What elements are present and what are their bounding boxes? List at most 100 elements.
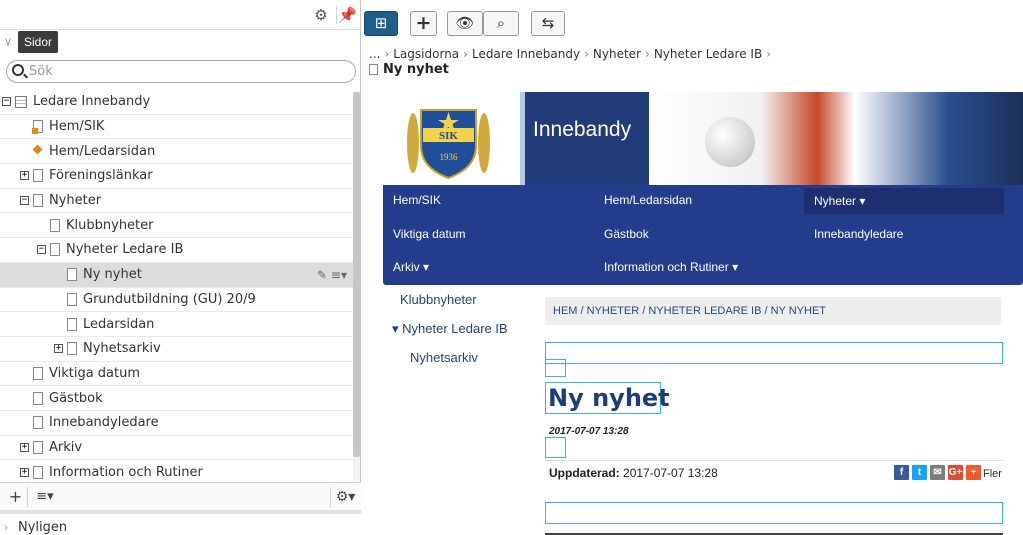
page-icon — [33, 169, 43, 183]
tree-item[interactable]: Klubbnyheter — [0, 213, 353, 239]
nav-item[interactable]: Hem/Ledarsidan — [604, 193, 692, 207]
page-icon — [33, 416, 43, 430]
tree-scrollbar-thumb[interactable] — [353, 92, 360, 457]
nav-item[interactable]: Gästbok — [604, 227, 649, 241]
tree-item-label: Innebandyledare — [49, 415, 159, 431]
facebook-icon[interactable]: f — [894, 464, 909, 480]
search-input[interactable] — [29, 63, 349, 80]
nav-item[interactable]: Viktiga datum — [393, 227, 466, 241]
add-button[interactable]: + — [410, 11, 437, 36]
email-icon[interactable]: ✉ — [930, 464, 945, 480]
chevron-down-icon[interactable]: ∨ — [4, 35, 12, 48]
expand-icon[interactable]: + — [20, 171, 29, 181]
subnav-item[interactable]: ▾ Nyheter Ledare IB — [392, 321, 508, 337]
tree-item[interactable]: + Nyhetsarkiv — [0, 337, 353, 362]
page-title: Ny nyhet — [369, 62, 449, 77]
sidor-tooltip: Sidor — [18, 31, 59, 53]
tree-item-label: Arkiv — [49, 439, 83, 455]
page-icon — [33, 465, 43, 479]
panel-toolbar: ⚙ 📌 — [0, 0, 360, 30]
collapse-icon[interactable]: − — [20, 196, 29, 206]
eye-icon: 👁 — [455, 14, 475, 32]
tree-item[interactable]: + Information och Rutiner — [0, 460, 353, 482]
logo-year: 1936 — [440, 152, 459, 162]
chevron-right-icon: › — [584, 47, 589, 61]
updated-info: Uppdaterad: 2017-07-07 13:28 — [549, 466, 718, 480]
tree-item-label: Nyheter Ledare IB — [66, 242, 184, 258]
tree-item-label: Ny nyhet — [83, 267, 142, 283]
page-tree-panel: ⚙ 📌 ∨ Sidor − Ledare Innebandy Hem/SIK Hem/… — [0, 0, 361, 535]
breadcrumb-item[interactable]: Nyheter — [593, 47, 641, 61]
context-menu-icon[interactable]: ≡▾ — [331, 268, 347, 282]
page-icon — [33, 440, 43, 454]
gear-icon[interactable]: ⚙ — [312, 6, 330, 24]
tree-item[interactable]: Viktiga datum — [0, 362, 353, 387]
breadcrumb-item[interactable]: ... — [369, 47, 380, 61]
tree-item-label: Nyhetsarkiv — [83, 341, 161, 357]
tree-item[interactable]: Grundutbildning (GU) 20/9 — [0, 288, 353, 313]
page-tree: − Ledare Innebandy Hem/SIK Hem/Ledarsidan + F… — [0, 90, 353, 482]
add-page-button[interactable]: + — [4, 487, 28, 507]
search-box[interactable] — [6, 60, 356, 83]
logo-text: SIK — [439, 130, 458, 142]
tree-item[interactable]: Innebandyledare — [0, 411, 353, 436]
preview-button[interactable]: ⌕ — [483, 11, 519, 36]
tree-icon: ⊞ — [374, 14, 388, 32]
list-menu-button[interactable]: ≡▾ — [30, 487, 60, 507]
updated-label: Uppdaterad: — [549, 466, 620, 480]
tree-item[interactable]: − Ledare Innebandy — [0, 90, 353, 115]
tree-item[interactable]: Ledarsidan — [0, 312, 353, 337]
editable-area[interactable] — [545, 342, 1003, 364]
tree-scrollbar[interactable] — [353, 92, 360, 482]
recent-section[interactable]: › Nyligen — [0, 510, 361, 535]
page-icon — [33, 391, 43, 405]
expand-icon[interactable]: + — [20, 442, 29, 452]
panel-bottom-toolbar: + ≡▾ ⚙▾ — [0, 482, 361, 510]
page-heading[interactable]: Ny nyhet — [548, 384, 670, 412]
breadcrumb-item[interactable]: Lagsidorna — [393, 47, 459, 61]
tree-item[interactable]: + Föreningslänkar — [0, 164, 353, 189]
expand-icon[interactable]: + — [20, 467, 29, 477]
post-date: 2017-07-07 13:28 — [549, 426, 629, 437]
edit-pencil-icon[interactable]: ✎ — [317, 268, 327, 282]
pin-icon[interactable]: 📌 — [336, 6, 358, 24]
tree-item[interactable]: Gästbok — [0, 386, 353, 411]
collapse-icon[interactable]: − — [2, 97, 11, 107]
subnav-item[interactable]: Nyhetsarkiv — [410, 350, 478, 365]
preview-icon: ⌕ — [496, 14, 506, 32]
tree-item[interactable]: Hem/SIK — [0, 115, 353, 140]
tree-item[interactable]: Ny nyhet ✎ ≡▾ — [0, 262, 353, 288]
expand-icon[interactable]: + — [54, 344, 63, 354]
breadcrumb-item[interactable]: Ledare Innebandy — [472, 47, 580, 61]
collapse-icon[interactable]: − — [37, 245, 46, 255]
nav-item[interactable]: Innebandyledare — [814, 227, 903, 241]
googleplus-icon[interactable]: G+ — [948, 464, 963, 480]
page-icon — [67, 317, 77, 331]
twitter-icon[interactable]: t — [912, 464, 927, 480]
page-icon — [33, 194, 43, 208]
share-more-link[interactable]: Fler — [983, 468, 1002, 480]
editable-area[interactable] — [545, 437, 566, 458]
nav-item[interactable]: Information och Rutiner ▾ — [604, 260, 738, 274]
tree-item-label: Föreningslänkar — [49, 168, 153, 184]
tree-item[interactable]: Hem/Ledarsidan — [0, 139, 353, 165]
chevron-right-icon: › — [4, 521, 9, 534]
editable-area[interactable] — [545, 359, 566, 377]
more-share-icon[interactable]: + — [966, 464, 981, 480]
editable-area[interactable] — [545, 502, 1003, 524]
view-button[interactable]: 👁 — [447, 11, 483, 36]
subnav-item[interactable]: Klubbnyheter — [400, 292, 477, 307]
toggle-tree-button[interactable]: ⊞ — [364, 11, 398, 36]
breadcrumb-item[interactable]: Nyheter Ledare IB — [654, 47, 762, 61]
nav-item[interactable]: Arkiv ▾ — [393, 260, 429, 274]
tree-item[interactable]: + Arkiv — [0, 436, 353, 461]
tree-item-label: Hem/Ledarsidan — [49, 143, 156, 159]
divider — [545, 460, 1003, 461]
nav-item[interactable]: Nyheter ▾ — [804, 188, 1004, 214]
settings-menu-button[interactable]: ⚙▾ — [330, 487, 360, 507]
tree-item[interactable]: − Nyheter — [0, 189, 353, 214]
tree-item[interactable]: − Nyheter Ledare IB — [0, 238, 353, 263]
site-breadcrumb-text[interactable]: HEM / NYHETER / NYHETER LEDARE IB / NY N… — [553, 305, 826, 317]
compare-button[interactable]: ⇆ — [531, 11, 565, 36]
nav-item[interactable]: Hem/SIK — [393, 193, 441, 207]
